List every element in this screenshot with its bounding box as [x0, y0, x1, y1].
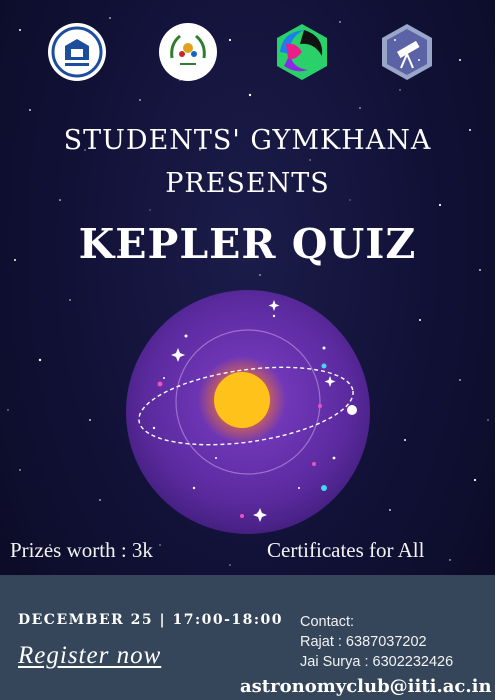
gymkhana-emblem-icon — [159, 23, 217, 81]
prizes-tagline: Prizes worth : 3k — [10, 538, 153, 562]
contact-block: Contact: Rajat : 6387037202 Jai Surya : … — [300, 612, 453, 672]
contact-rajat: Rajat : 6387037202 — [300, 634, 427, 650]
contact-jai-surya: Jai Surya : 6302232426 — [300, 654, 454, 670]
register-link[interactable]: Register now — [18, 642, 161, 670]
contact-email[interactable]: astronomyclub@iiti.ac.in — [240, 676, 492, 697]
certificates-tagline: Certificates for All — [267, 538, 425, 562]
event-date-time: DECEMBER 25 | 17:00-18:00 — [18, 612, 284, 628]
institute-crest-icon — [48, 23, 106, 81]
presenter-line: STUDENTS' GYMKHANA — [63, 125, 432, 156]
logo-row — [0, 22, 495, 84]
club-hexagon-logo-icon — [277, 24, 327, 80]
solar-orbit-illustration-icon — [126, 290, 370, 534]
presents-line: PRESENTS — [165, 168, 330, 199]
contact-heading: Contact: — [300, 614, 354, 630]
event-poster: STUDENTS' GYMKHANA PRESENTS KEPLER QUIZ — [0, 0, 495, 700]
astronomy-club-telescope-icon — [382, 24, 432, 80]
event-title: KEPLER QUIZ — [78, 220, 417, 268]
